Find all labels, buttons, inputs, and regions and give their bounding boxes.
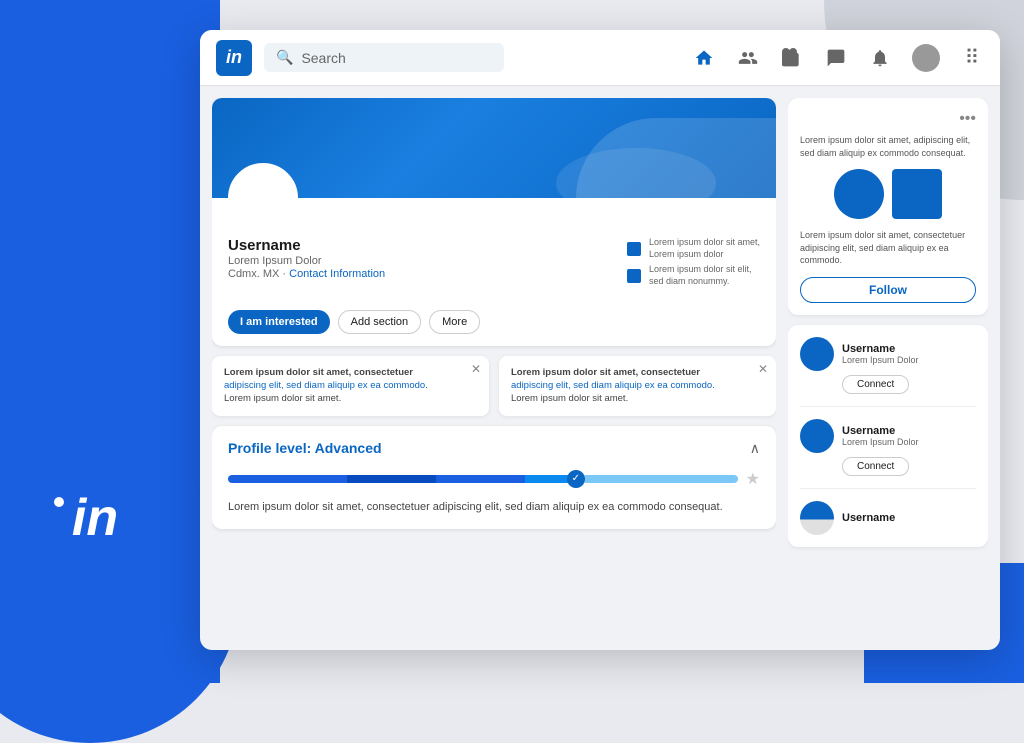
- person-name-3: Username: [842, 512, 895, 524]
- add-section-button[interactable]: Add section: [338, 310, 421, 334]
- browser-window: in 🔍 Search ⠿: [200, 30, 1000, 650]
- profile-info-row: Username Lorem Ipsum Dolor Cdmx. MX · Co…: [228, 237, 760, 288]
- star-icon: ★: [746, 469, 760, 489]
- progress-seg-2: [347, 475, 436, 483]
- progress-remaining: [585, 475, 738, 483]
- progress-seg-1: [228, 475, 347, 483]
- nav-avatar[interactable]: [912, 44, 940, 72]
- ad-card-text: Lorem ipsum dolor sit amet, adipiscing e…: [800, 134, 976, 159]
- card-text-2: Lorem ipsum dolor sit amet, consectetuer…: [511, 366, 764, 406]
- nav-network[interactable]: [736, 46, 760, 70]
- navbar: in 🔍 Search ⠿: [200, 30, 1000, 86]
- collapse-icon[interactable]: ∧: [750, 440, 760, 457]
- profile-info-left: Username Lorem Ipsum Dolor Cdmx. MX · Co…: [228, 237, 385, 280]
- card-close-1[interactable]: ✕: [471, 362, 481, 376]
- stat-item-1: Lorem ipsum dolor sit amet,Lorem ipsum d…: [627, 237, 760, 260]
- person-title-1: Lorem Ipsum Dolor: [842, 355, 919, 365]
- person-top-1: Username Lorem Ipsum Dolor: [800, 337, 976, 371]
- nav-notifications[interactable]: [868, 46, 892, 70]
- person-title-2: Lorem Ipsum Dolor: [842, 437, 919, 447]
- profile-section: Username Lorem Ipsum Dolor Cdmx. MX · Co…: [212, 98, 776, 638]
- avatar: [228, 163, 298, 233]
- ad-menu-button[interactable]: •••: [800, 110, 976, 128]
- person-avatar-2: [800, 419, 834, 453]
- stat-text-1: Lorem ipsum dolor sit amet,Lorem ipsum d…: [649, 237, 760, 260]
- profile-location: Cdmx. MX · Contact Information: [228, 268, 385, 280]
- nav-jobs[interactable]: [780, 46, 804, 70]
- follow-button[interactable]: Follow: [800, 277, 976, 303]
- connect-button-2[interactable]: Connect: [842, 457, 909, 476]
- nav-icons: ⠿: [692, 44, 984, 72]
- stat-item-2: Lorem ipsum dolor sit elit,sed diam nonu…: [627, 264, 760, 287]
- linkedin-big-logo: in: [30, 453, 160, 583]
- level-description: Lorem ipsum dolor sit amet, consectetuer…: [228, 499, 760, 516]
- people-card: Username Lorem Ipsum Dolor Connect Usern…: [788, 325, 988, 547]
- linkedin-logo[interactable]: in: [216, 40, 252, 76]
- ad-logo-circle: [834, 169, 884, 219]
- person-name-1: Username: [842, 343, 919, 355]
- check-circle: ✓: [567, 470, 585, 488]
- progress-segments: [228, 475, 585, 483]
- person-top-3: Username: [800, 501, 976, 535]
- person-info-1: Username Lorem Ipsum Dolor: [842, 343, 919, 365]
- card-close-2[interactable]: ✕: [758, 362, 768, 376]
- more-button[interactable]: More: [429, 310, 480, 334]
- search-icon: 🔍: [276, 49, 293, 66]
- person-item-2: Username Lorem Ipsum Dolor Connect: [800, 419, 976, 476]
- nav-home[interactable]: [692, 46, 716, 70]
- profile-avatar-area: Username Lorem Ipsum Dolor Cdmx. MX · Co…: [212, 163, 776, 300]
- nav-messaging[interactable]: [824, 46, 848, 70]
- person-info-2: Username Lorem Ipsum Dolor: [842, 425, 919, 447]
- main-content: Username Lorem Ipsum Dolor Cdmx. MX · Co…: [200, 86, 1000, 650]
- profile-name: Username: [228, 237, 385, 254]
- progress-track: ✓: [228, 475, 738, 483]
- person-avatar-1: [800, 337, 834, 371]
- divider-1: [800, 406, 976, 407]
- profile-card: Username Lorem Ipsum Dolor Cdmx. MX · Co…: [212, 98, 776, 346]
- person-name-2: Username: [842, 425, 919, 437]
- right-sidebar: ••• Lorem ipsum dolor sit amet, adipisci…: [788, 98, 988, 638]
- interested-button[interactable]: I am interested: [228, 310, 330, 334]
- level-header: Profile level: Advanced ∧: [228, 440, 760, 457]
- profile-level-card: Profile level: Advanced ∧ ✓: [212, 426, 776, 530]
- stat-box-1: [627, 242, 641, 256]
- activity-cards: ✕ Lorem ipsum dolor sit amet, consectetu…: [212, 356, 776, 416]
- stat-text-2: Lorem ipsum dolor sit elit,sed diam nonu…: [649, 264, 752, 287]
- ad-card: ••• Lorem ipsum dolor sit amet, adipisci…: [788, 98, 988, 315]
- progress-seg-3: [436, 475, 525, 483]
- profile-stats: Lorem ipsum dolor sit amet,Lorem ipsum d…: [627, 237, 760, 288]
- search-bar[interactable]: 🔍 Search: [264, 43, 504, 72]
- profile-actions: I am interested Add section More: [212, 310, 776, 346]
- activity-card-2: ✕ Lorem ipsum dolor sit amet, consectetu…: [499, 356, 776, 416]
- activity-card-1: ✕ Lorem ipsum dolor sit amet, consectetu…: [212, 356, 489, 416]
- person-item-1: Username Lorem Ipsum Dolor Connect: [800, 337, 976, 394]
- card-text-1: Lorem ipsum dolor sit amet, consectetuer…: [224, 366, 477, 406]
- contact-info-link[interactable]: Contact Information: [289, 268, 385, 280]
- ad-card-desc: Lorem ipsum dolor sit amet, consectetuer…: [800, 229, 976, 267]
- ad-visuals: [800, 169, 976, 219]
- person-avatar-3: [800, 501, 834, 535]
- profile-title: Lorem Ipsum Dolor: [228, 255, 385, 267]
- search-input-label: Search: [301, 50, 345, 66]
- divider-2: [800, 488, 976, 489]
- stat-box-2: [627, 269, 641, 283]
- level-title: Profile level: Advanced: [228, 440, 382, 456]
- ad-logo-square: [892, 169, 942, 219]
- person-top-2: Username Lorem Ipsum Dolor: [800, 419, 976, 453]
- person-info-3: Username: [842, 512, 895, 524]
- connect-button-1[interactable]: Connect: [842, 375, 909, 394]
- person-item-3: Username: [800, 501, 976, 535]
- nav-grid[interactable]: ⠿: [960, 46, 984, 70]
- progress-bar-container: ✓ ★: [228, 469, 760, 489]
